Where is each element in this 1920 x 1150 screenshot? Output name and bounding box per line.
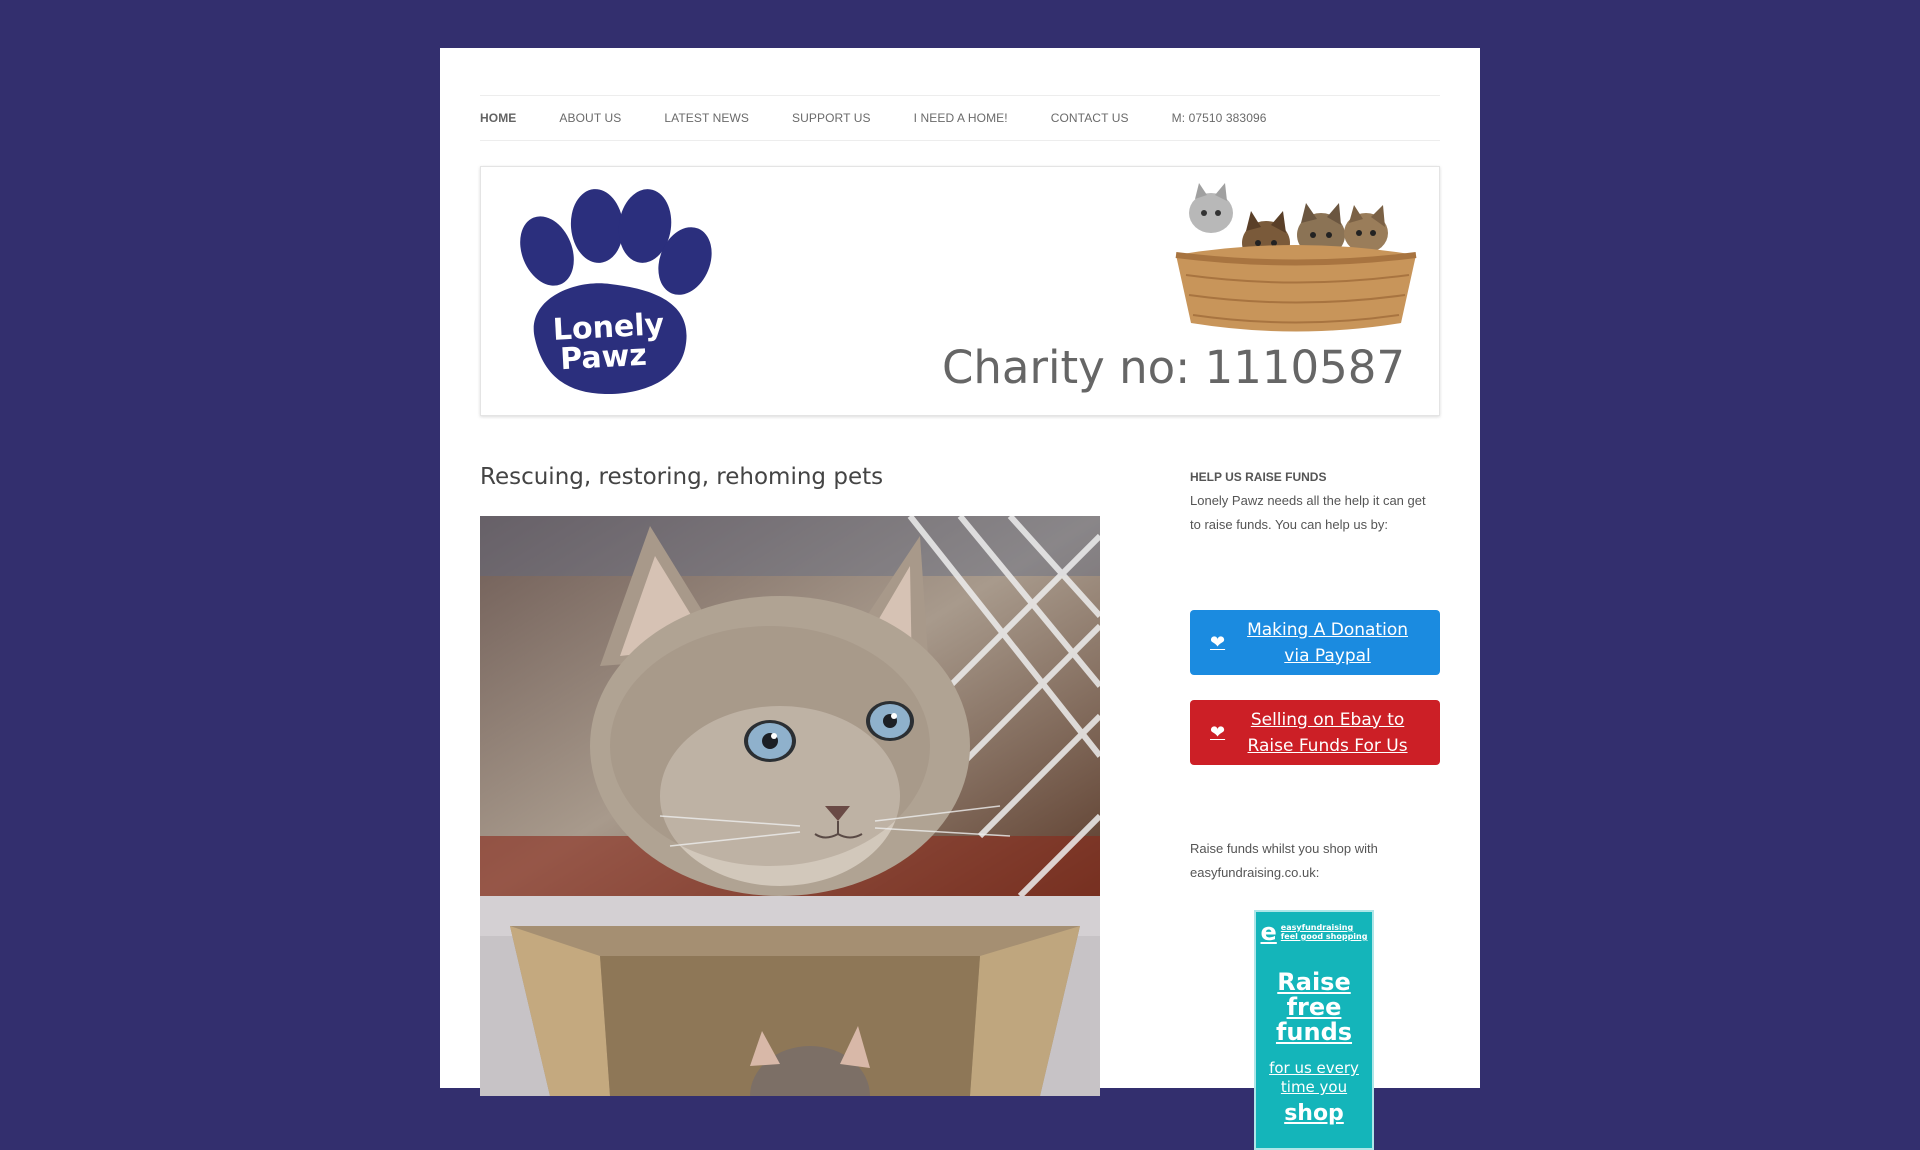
header-banner[interactable]: Lonely Pawz Charity no: 1110587 [480, 166, 1440, 416]
svg-text:Pawz: Pawz [559, 338, 647, 377]
ef-big3: funds [1275, 1018, 1353, 1046]
easyfundraising-e-icon: e [1260, 918, 1277, 946]
cat-photo-1 [480, 516, 1100, 896]
ebay-fundraise-button[interactable]: ❤ Selling on Ebay to Raise Funds For Us [1190, 700, 1440, 765]
ef-headline: Raise free funds [1256, 970, 1372, 1045]
ef-logo-line1: easyfundraising [1280, 923, 1354, 932]
nav-home[interactable]: HOME [480, 111, 516, 125]
ef-subtext: for us every time you [1256, 1059, 1372, 1097]
charity-number: Charity no: 1110587 [941, 341, 1405, 394]
ef-shop: shop [1284, 1101, 1344, 1126]
ef-small2: time you [1280, 1078, 1348, 1096]
ef-logo-line2: feel good shopping [1280, 932, 1368, 941]
page-title: Rescuing, restoring, rehoming pets [480, 464, 884, 490]
donate-paypal-label: Making A Donation via Paypal [1247, 619, 1408, 666]
nav-i-need-a-home[interactable]: I NEED A HOME! [914, 111, 1008, 125]
ef-big1: Raise [1277, 968, 1351, 996]
main-navigation: HOME ABOUT US LATEST NEWS SUPPORT US I N… [480, 95, 1440, 141]
widget-title: HELP US RAISE FUNDS [1190, 470, 1327, 484]
sidebar: HELP US RAISE FUNDS Lonely Pawz needs al… [1190, 470, 1440, 1150]
heart-icon: ❤ [1210, 721, 1226, 743]
nav-phone[interactable]: M: 07510 383096 [1172, 111, 1267, 125]
heart-icon: ❤ [1210, 631, 1226, 653]
donate-paypal-button[interactable]: ❤ Making A Donation via Paypal [1190, 610, 1440, 675]
page-container: HOME ABOUT US LATEST NEWS SUPPORT US I N… [440, 48, 1480, 1150]
nav-contact-us[interactable]: CONTACT US [1051, 111, 1129, 125]
easyfundraising-logo: e easyfundraising feel good shopping [1256, 912, 1372, 946]
easyfundraising-banner[interactable]: e easyfundraising feel good shopping Rai… [1254, 910, 1374, 1150]
ebay-fundraise-label: Selling on Ebay to Raise Funds For Us [1247, 709, 1408, 756]
widget-text: Lonely Pawz needs all the help it can ge… [1190, 493, 1426, 532]
nav-support-us[interactable]: SUPPORT US [792, 111, 871, 125]
ef-big2: free [1286, 993, 1342, 1021]
lonely-pawz-logo: Lonely Pawz [520, 189, 712, 395]
main-content: Rescuing, restoring, rehoming pets [480, 464, 1100, 1096]
ef-small1: for us every [1269, 1059, 1359, 1077]
nav-about-us[interactable]: ABOUT US [559, 111, 621, 125]
easyfundraising-text: Raise funds whilst you shop with easyfun… [1190, 841, 1378, 880]
cat-photo-2 [480, 896, 1100, 1096]
nav-latest-news[interactable]: LATEST NEWS [664, 111, 749, 125]
kittens-in-basket-image [1175, 183, 1417, 332]
